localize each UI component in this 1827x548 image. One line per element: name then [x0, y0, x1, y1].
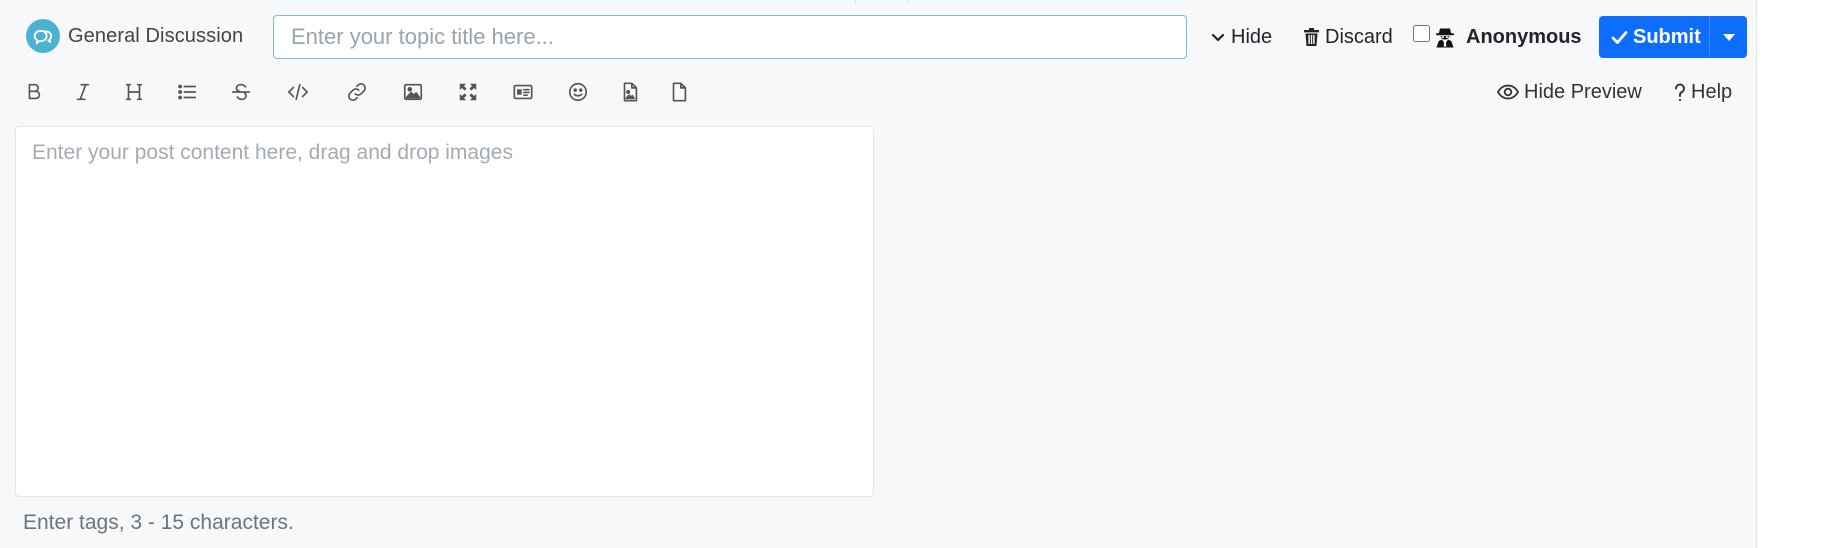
heading-button[interactable] [114, 72, 154, 112]
code-button[interactable] [278, 72, 318, 112]
link-button[interactable] [337, 72, 377, 112]
file-image-icon [623, 82, 638, 102]
category-label: General Discussion [68, 24, 244, 47]
strikethrough-button[interactable] [221, 72, 261, 112]
check-icon [1611, 30, 1628, 44]
italic-button[interactable] [63, 72, 103, 112]
top-divider [855, 0, 909, 4]
help-label: Help [1691, 80, 1733, 103]
image-icon [403, 83, 423, 101]
italic-icon [76, 83, 90, 101]
file-icon [672, 82, 687, 102]
strikethrough-icon [231, 83, 251, 101]
hide-preview-label: Hide Preview [1524, 80, 1642, 103]
comments-icon [26, 19, 60, 53]
hide-preview-button[interactable]: Hide Preview [1497, 74, 1642, 110]
category-selector[interactable]: General Discussion [26, 19, 243, 53]
link-icon [348, 83, 366, 101]
list-icon [178, 84, 197, 100]
anonymous-label: Anonymous [1466, 25, 1582, 48]
bold-icon [28, 83, 41, 100]
hide-button[interactable]: Hide [1210, 20, 1272, 54]
discard-label: Discard [1325, 25, 1393, 48]
discard-button[interactable]: Discard [1303, 20, 1393, 54]
smile-icon [568, 82, 588, 102]
chevron-down-icon [1211, 33, 1225, 42]
composer: General Discussion Hide Discard [0, 0, 1757, 548]
question-icon [1675, 83, 1685, 101]
submit-label: Submit [1633, 25, 1701, 48]
hide-label: Hide [1231, 25, 1273, 48]
topic-title-input[interactable] [273, 15, 1187, 59]
formatting-toolbar [0, 72, 720, 112]
expand-icon [459, 83, 477, 101]
submit-button[interactable]: Submit [1599, 16, 1709, 58]
caret-down-icon [1722, 33, 1735, 41]
id-card-icon [513, 84, 533, 100]
help-button[interactable]: Help [1674, 74, 1732, 110]
heading-icon [125, 83, 143, 101]
tags-input[interactable] [15, 505, 874, 541]
anonymous-toggle: Anonymous [1413, 20, 1582, 54]
upload-file-button[interactable] [659, 72, 699, 112]
thumbnail-button[interactable] [503, 72, 543, 112]
bold-button[interactable] [14, 72, 54, 112]
trash-icon [1304, 28, 1319, 46]
upload-image-button[interactable] [610, 72, 650, 112]
submit-button-group: Submit [1599, 16, 1747, 58]
post-content-editor[interactable] [15, 126, 874, 497]
anonymous-checkbox[interactable] [1413, 24, 1430, 42]
image-button[interactable] [393, 72, 433, 112]
submit-options-button[interactable] [1709, 16, 1747, 58]
code-icon [288, 83, 308, 101]
zen-mode-button[interactable] [448, 72, 488, 112]
eye-icon [1497, 84, 1519, 100]
list-button[interactable] [167, 72, 207, 112]
user-secret-icon [1436, 28, 1454, 48]
emoji-button[interactable] [558, 72, 598, 112]
